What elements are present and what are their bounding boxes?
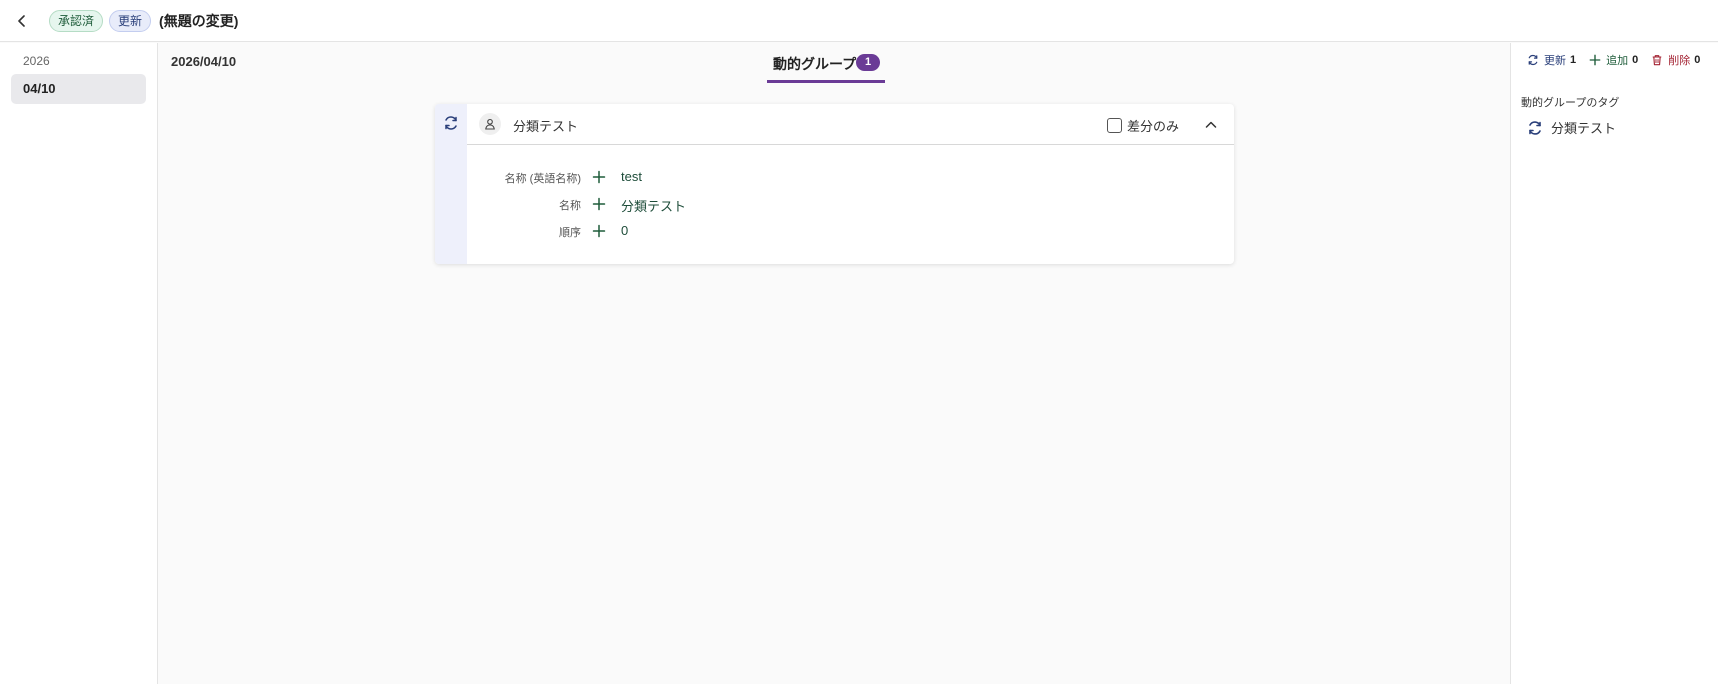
approved-badge: 承認済 — [49, 9, 104, 32]
diff-only-checkbox[interactable] — [1107, 118, 1122, 133]
year-label: 2026 — [23, 54, 50, 68]
field-label: 名称 (英語名称) — [504, 173, 581, 185]
stat-delete-label: 削除 — [1668, 55, 1691, 67]
plus-icon — [592, 170, 606, 184]
field-row: 名称 (英語名称) test — [467, 167, 1234, 189]
chevron-left-icon — [18, 14, 25, 27]
field-label: 名称 — [559, 200, 581, 212]
tag-item[interactable]: 分類テスト — [1527, 118, 1616, 137]
stat-add-label: 追加 — [1606, 55, 1629, 67]
tag-item-label: 分類テスト — [1551, 121, 1617, 136]
change-card: 分類テスト 差分のみ 名称 (英語名称) test 名称 分類テスト 順序 0 — [435, 104, 1234, 264]
chevron-up-icon[interactable] — [1203, 117, 1219, 133]
update-badge: 更新 — [109, 9, 152, 32]
summary-panel: 更新 1 追加 0 削除 0 動的グループのタグ 分類テスト — [1510, 43, 1718, 684]
date-sidebar: 2026 04/10 — [0, 43, 158, 684]
stat-add-count: 0 — [1632, 54, 1639, 66]
plus-icon — [592, 224, 606, 238]
field-label: 順序 — [559, 227, 581, 239]
diff-only-label: 差分のみ — [1127, 119, 1180, 134]
sidebar-date-item[interactable]: 04/10 — [11, 74, 146, 104]
field-value: 0 — [621, 223, 629, 238]
stat-delete-count: 0 — [1694, 54, 1701, 66]
field-row: 順序 0 — [467, 221, 1234, 243]
tab-label: 動的グループ — [773, 56, 857, 72]
field-value: 分類テスト — [621, 199, 687, 214]
page-title: (無題の変更) — [159, 12, 239, 29]
back-button[interactable] — [11, 10, 33, 32]
plus-icon — [592, 197, 606, 211]
change-stats: 更新 1 追加 0 削除 0 — [1527, 52, 1700, 68]
person-icon — [479, 113, 501, 135]
stat-update-count: 1 — [1570, 54, 1577, 66]
card-item-name: 分類テスト — [513, 119, 579, 134]
diff-only-toggle[interactable]: 差分のみ — [1107, 116, 1179, 135]
refresh-icon — [1528, 54, 1538, 66]
stat-delete[interactable]: 削除 0 — [1651, 52, 1700, 68]
top-bar: 承認済 更新 (無題の変更) — [0, 0, 1718, 42]
main-content: 2026/04/10 動的グループ 1 分類テスト 差分のみ 名称 (英語名称)… — [159, 43, 1511, 684]
refresh-icon[interactable] — [443, 115, 459, 131]
field-value: test — [621, 169, 642, 184]
trash-icon — [1652, 55, 1662, 66]
tag-section-heading: 動的グループのタグ — [1521, 97, 1620, 109]
stat-update-label: 更新 — [1544, 55, 1566, 67]
tab-count-badge: 1 — [856, 54, 880, 71]
stat-add[interactable]: 追加 0 — [1589, 52, 1638, 68]
card-header: 分類テスト 差分のみ — [467, 104, 1234, 145]
stat-update[interactable]: 更新 1 — [1527, 52, 1576, 68]
main-date-heading: 2026/04/10 — [171, 54, 237, 69]
plus-icon — [1589, 54, 1601, 66]
change-type-strip — [435, 104, 467, 264]
field-row: 名称 分類テスト — [467, 194, 1234, 216]
refresh-icon — [1529, 120, 1541, 135]
tab-dynamic-group[interactable]: 動的グループ 1 — [767, 43, 885, 83]
